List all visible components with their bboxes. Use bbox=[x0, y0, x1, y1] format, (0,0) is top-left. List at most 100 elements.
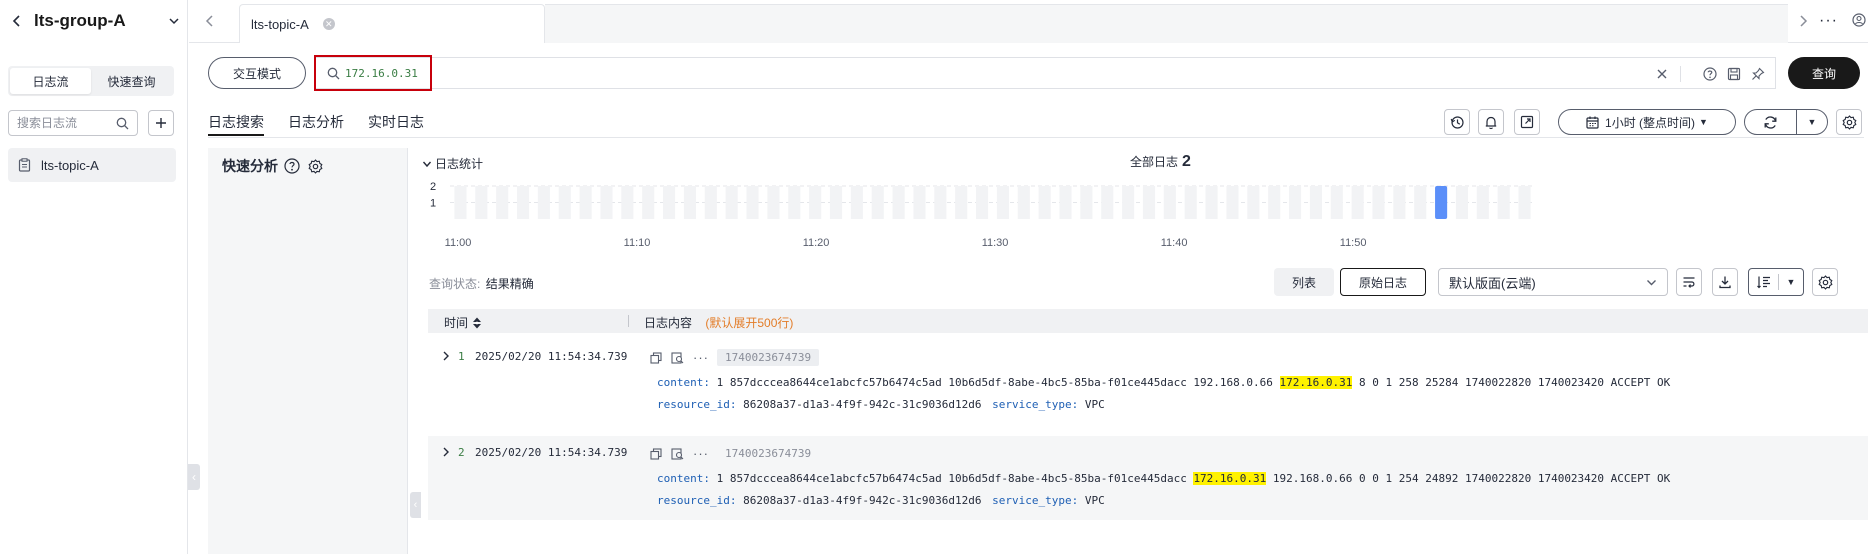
chevron-right-icon[interactable] bbox=[1798, 14, 1808, 28]
query-input-box[interactable]: 172.16.0.31 bbox=[314, 57, 1776, 89]
histogram-bar[interactable] bbox=[1101, 186, 1114, 219]
download-button[interactable] bbox=[1712, 268, 1738, 296]
tab-realtime-log[interactable]: 实时日志 bbox=[368, 112, 424, 136]
share-button[interactable] bbox=[1514, 109, 1540, 135]
chevron-right-icon[interactable] bbox=[442, 446, 450, 458]
table-settings-button[interactable] bbox=[1812, 268, 1838, 296]
histogram-bar[interactable] bbox=[1268, 186, 1281, 219]
histogram-bar-active[interactable] bbox=[1435, 186, 1448, 219]
sidebar-item-stream[interactable]: lts-topic-A bbox=[8, 148, 176, 182]
copy-icon[interactable] bbox=[650, 351, 662, 364]
histogram-bar[interactable] bbox=[1351, 186, 1364, 219]
histogram-bar[interactable] bbox=[516, 186, 530, 219]
interactive-mode-button[interactable]: 交互模式 bbox=[208, 57, 306, 89]
histogram-bar[interactable] bbox=[746, 186, 759, 219]
histogram-bar[interactable] bbox=[1309, 186, 1322, 219]
histogram-bar[interactable] bbox=[871, 186, 884, 219]
histogram-bar[interactable] bbox=[976, 186, 989, 219]
histogram-bar[interactable] bbox=[1288, 186, 1302, 219]
help-icon[interactable] bbox=[284, 158, 300, 174]
tab-log-analysis[interactable]: 日志分析 bbox=[288, 112, 344, 136]
raw-log-view-button[interactable]: 原始日志 bbox=[1340, 268, 1427, 296]
time-range-picker[interactable]: 1小时 (整点时间) ▼ bbox=[1558, 109, 1736, 135]
alarm-button[interactable] bbox=[1478, 109, 1504, 135]
user-icon[interactable] bbox=[1852, 13, 1866, 27]
layout-select[interactable]: 默认版面(云端) bbox=[1438, 268, 1668, 296]
refresh-button[interactable] bbox=[1745, 110, 1797, 134]
caret-down-icon[interactable]: ▼ bbox=[1779, 277, 1803, 287]
histogram-bar[interactable] bbox=[496, 186, 509, 219]
histogram-bar[interactable] bbox=[829, 186, 843, 219]
add-stream-button[interactable] bbox=[148, 110, 174, 136]
sort-lines-button[interactable] bbox=[1749, 274, 1779, 290]
column-time[interactable]: 时间 bbox=[444, 314, 482, 331]
stream-search-input[interactable] bbox=[17, 116, 107, 130]
sidebar-collapse-handle[interactable]: ‹ bbox=[188, 464, 200, 490]
copy-icon[interactable] bbox=[650, 447, 662, 460]
histogram-bar[interactable] bbox=[1038, 186, 1051, 219]
pin-icon[interactable] bbox=[1751, 67, 1765, 81]
histogram-bar[interactable] bbox=[579, 186, 592, 219]
histogram-toggle[interactable]: 日志统计 bbox=[422, 155, 483, 172]
close-icon[interactable]: ✕ bbox=[322, 18, 335, 30]
histogram-bar[interactable] bbox=[704, 186, 717, 219]
search-icon[interactable] bbox=[116, 117, 129, 130]
histogram-bar[interactable] bbox=[1184, 186, 1197, 219]
histogram-bar[interactable] bbox=[1455, 186, 1469, 219]
histogram-bar[interactable] bbox=[1122, 186, 1135, 219]
histogram-bar[interactable] bbox=[558, 186, 571, 219]
histogram-bar[interactable] bbox=[850, 186, 863, 219]
histogram-bar[interactable] bbox=[1247, 186, 1260, 219]
histogram-bar[interactable] bbox=[1414, 186, 1427, 219]
histogram-bar[interactable] bbox=[955, 186, 968, 219]
chevron-right-icon[interactable] bbox=[442, 350, 450, 362]
panel-collapse-handle[interactable]: ‹ bbox=[410, 492, 421, 518]
histogram-bar[interactable] bbox=[809, 186, 822, 219]
context-icon[interactable] bbox=[671, 351, 684, 364]
save-icon[interactable] bbox=[1727, 67, 1741, 81]
histogram-bar[interactable] bbox=[1518, 186, 1531, 219]
histogram-bar[interactable] bbox=[683, 186, 697, 219]
context-icon[interactable] bbox=[671, 447, 684, 460]
caret-down-icon[interactable]: ▼ bbox=[1797, 110, 1827, 134]
histogram-bar[interactable] bbox=[1476, 186, 1489, 219]
histogram-bar[interactable] bbox=[1080, 186, 1093, 219]
query-text[interactable]: 172.16.0.31 bbox=[345, 67, 418, 80]
histogram-bar[interactable] bbox=[1330, 186, 1343, 219]
histogram-bar[interactable] bbox=[725, 186, 738, 219]
histogram-bar[interactable] bbox=[1393, 186, 1406, 219]
tab-lts-topic[interactable]: lts-topic-A ✕ bbox=[239, 4, 545, 43]
histogram-bar[interactable] bbox=[913, 186, 926, 219]
tab-log-search[interactable]: 日志搜索 bbox=[208, 112, 264, 136]
chevron-down-icon[interactable] bbox=[168, 15, 180, 27]
more-icon[interactable]: ··· bbox=[1819, 12, 1838, 30]
clear-icon[interactable] bbox=[1656, 68, 1668, 80]
histogram-bar[interactable] bbox=[1205, 186, 1218, 219]
more-icon[interactable]: ··· bbox=[693, 350, 709, 365]
chevron-left-icon[interactable] bbox=[10, 14, 24, 28]
gear-icon[interactable] bbox=[308, 158, 323, 174]
histogram-bar[interactable] bbox=[1142, 186, 1156, 219]
histogram-bar[interactable] bbox=[600, 186, 613, 219]
history-button[interactable] bbox=[1444, 109, 1470, 135]
histogram-bar[interactable] bbox=[1497, 186, 1510, 219]
tab-quick-query[interactable]: 快速查询 bbox=[91, 68, 172, 94]
search-button[interactable]: 查询 bbox=[1788, 57, 1860, 89]
histogram-bar[interactable] bbox=[621, 186, 634, 219]
histogram-bar[interactable] bbox=[767, 186, 780, 219]
histogram-bar[interactable] bbox=[788, 186, 801, 219]
list-view-button[interactable]: 列表 bbox=[1274, 268, 1335, 296]
histogram-bar[interactable] bbox=[1163, 186, 1176, 219]
histogram-bar[interactable] bbox=[1372, 186, 1385, 219]
settings-button[interactable] bbox=[1836, 109, 1862, 135]
histogram-bar[interactable] bbox=[892, 186, 905, 219]
wrap-button[interactable] bbox=[1676, 268, 1702, 296]
histogram-bar[interactable] bbox=[996, 186, 1009, 219]
help-icon[interactable] bbox=[1703, 67, 1717, 81]
histogram-bar[interactable] bbox=[1017, 186, 1030, 219]
more-icon[interactable]: ··· bbox=[693, 446, 709, 461]
chevron-left-icon[interactable] bbox=[205, 14, 215, 28]
histogram-bar[interactable] bbox=[475, 186, 488, 219]
histogram-bar[interactable] bbox=[1059, 186, 1072, 219]
tab-log-streams[interactable]: 日志流 bbox=[10, 68, 91, 94]
